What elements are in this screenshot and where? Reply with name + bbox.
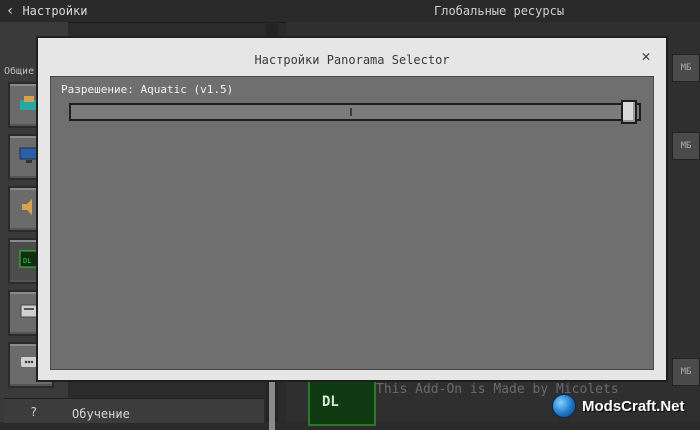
dialog-body: Разрешение: Aquatic (v1.5) <box>50 76 654 370</box>
back-button[interactable]: ‹ Настройки <box>6 2 87 20</box>
dialog-title: Настройки Panorama Selector <box>254 53 450 67</box>
watermark: ModsCraft.Net <box>552 394 685 418</box>
right-tab-3[interactable]: МБ <box>672 358 700 386</box>
svg-text:DL: DL <box>23 257 31 265</box>
help-item[interactable]: ? Обучение <box>4 398 264 423</box>
watermark-text: ModsCraft.Net <box>582 397 685 415</box>
settings-dialog: Настройки Panorama Selector ✕ Разрешение… <box>36 36 668 382</box>
back-chevron-icon: ‹ <box>6 3 15 19</box>
top-bar: ‹ Настройки Глобальные ресурсы <box>0 0 700 23</box>
pack-icon-letters: DL <box>322 394 339 410</box>
slider-handle[interactable] <box>621 100 637 124</box>
pack-icon: DL <box>308 380 376 426</box>
back-label: Настройки <box>22 4 88 18</box>
close-icon[interactable]: ✕ <box>638 48 654 64</box>
help-label: Обучение <box>72 407 130 421</box>
resolution-label: Разрешение: Aquatic (v1.5) <box>61 83 234 96</box>
slider-track[interactable] <box>71 105 639 119</box>
question-icon: ? <box>30 405 38 419</box>
globe-icon <box>552 394 576 418</box>
section-title: Глобальные ресурсы <box>434 4 565 18</box>
slider-midpoint-tick <box>350 108 352 116</box>
right-tab-1[interactable]: МБ <box>672 54 700 82</box>
resolution-slider[interactable] <box>69 100 641 124</box>
general-section-label: Общие <box>4 66 35 77</box>
right-tab-2[interactable]: МБ <box>672 132 700 160</box>
scroll-thumb[interactable] <box>269 382 275 430</box>
